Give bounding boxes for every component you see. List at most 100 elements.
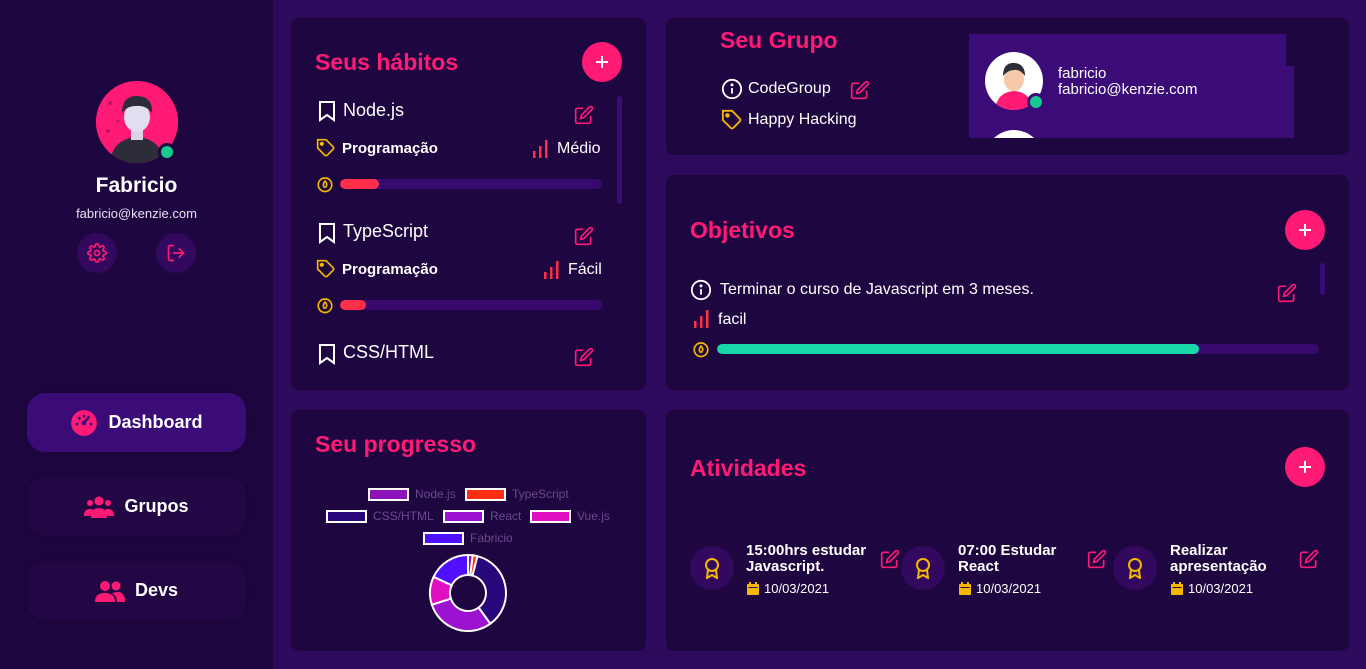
sidebar: Fabricio fabricio@kenzie.com Dashboard G… — [0, 0, 273, 669]
profile-avatar[interactable] — [96, 81, 178, 163]
habit-progress-bar — [340, 179, 602, 189]
profile-email: fabricio@kenzie.com — [76, 206, 197, 221]
award-icon — [1128, 558, 1142, 579]
habit-difficulty: Fácil — [568, 261, 602, 278]
edit-icon[interactable] — [1087, 549, 1107, 569]
legend-label-0: Node.js — [415, 487, 456, 501]
member-online-dot — [1027, 93, 1045, 111]
calendar-icon — [959, 582, 971, 595]
edit-icon[interactable] — [1299, 549, 1319, 569]
members-scroll-notch — [1286, 34, 1294, 66]
activity-title: Realizar apresentação — [1170, 542, 1267, 575]
activities-title: Atividades — [690, 455, 807, 481]
activity-title: 15:00hrs estudar Javascript. — [746, 542, 867, 575]
gear-icon — [87, 243, 107, 263]
donut-slice-react[interactable] — [430, 597, 492, 632]
group-tag: Happy Hacking — [748, 111, 857, 128]
legend-label-3: React — [490, 509, 522, 523]
goals-title: Objetivos — [690, 217, 795, 243]
member-email: fabricio@kenzie.com — [1058, 81, 1198, 98]
bookmark-icon — [319, 344, 335, 365]
fire-icon — [317, 298, 333, 314]
online-status-dot — [158, 143, 176, 161]
activity-date: 10/03/2021 — [1171, 581, 1253, 596]
group-members-list[interactable]: fabricio fabricio@kenzie.com — [969, 34, 1294, 138]
add-activity-button[interactable] — [1285, 447, 1325, 487]
plus-icon — [1299, 224, 1311, 236]
habit-category: Programação — [342, 261, 438, 278]
activity-badge — [901, 546, 945, 590]
add-habit-button[interactable] — [582, 42, 622, 82]
progress-donut-chart[interactable] — [428, 553, 508, 633]
calendar-icon — [1171, 582, 1183, 595]
plus-icon — [1299, 461, 1311, 473]
edit-icon[interactable] — [880, 549, 900, 569]
activity-badge — [690, 546, 734, 590]
activity-title: 07:00 Estudar React — [958, 542, 1057, 575]
goal-progress-bar — [717, 344, 1319, 354]
member-avatar — [985, 130, 1043, 138]
legend-swatch-0[interactable] — [368, 488, 409, 501]
award-icon — [705, 558, 719, 579]
difficulty-bars-icon — [694, 310, 709, 328]
habit-name: TypeScript — [343, 221, 429, 241]
activity-date: 10/03/2021 — [959, 581, 1041, 596]
legend-label-2: CSS/HTML — [373, 509, 434, 523]
goals-scrollbar[interactable] — [1320, 263, 1325, 295]
progress-title: Seu progresso — [315, 431, 477, 457]
fire-icon — [693, 342, 709, 358]
activity-date-text: 10/03/2021 — [976, 581, 1042, 596]
goal-text: Terminar o curso de Javascript em 3 mese… — [720, 281, 1034, 298]
group-card: Seu Grupo CodeGroup Happy Hacking fabric… — [666, 18, 1349, 155]
nav-grupos-label: Grupos — [124, 496, 189, 516]
users-icon — [94, 580, 125, 602]
habits-card: Seus hábitos Node.js Programação Médio T… — [291, 18, 646, 390]
legend-label-1: TypeScript — [512, 487, 569, 501]
progress-card: Seu progresso Node.js TypeScript CSS/HTM… — [291, 410, 646, 651]
legend-swatch-3[interactable] — [443, 510, 484, 523]
profile-name: Fabricio — [95, 174, 178, 197]
edit-icon[interactable] — [850, 80, 870, 100]
tag-icon — [316, 138, 335, 157]
award-icon — [916, 558, 930, 579]
nav-devs[interactable]: Devs — [27, 561, 246, 620]
add-goal-button[interactable] — [1285, 210, 1325, 250]
nav-grupos[interactable]: Grupos — [27, 477, 246, 536]
legend-label-5: Fabricio — [470, 531, 513, 545]
nav-devs-label: Devs — [134, 580, 179, 600]
edit-icon[interactable] — [574, 226, 594, 246]
edit-icon[interactable] — [574, 347, 594, 367]
edit-icon[interactable] — [574, 105, 594, 125]
legend-swatch-5[interactable] — [423, 532, 464, 545]
info-icon — [690, 279, 712, 301]
habit-difficulty: Médio — [557, 140, 601, 157]
activity-date: 10/03/2021 — [747, 581, 829, 596]
habit-name: Node.js — [343, 100, 405, 120]
legend-swatch-4[interactable] — [530, 510, 571, 523]
habit-progress-bar — [340, 300, 602, 310]
activities-card: Atividades 15:00hrs estudar Javascript. … — [666, 410, 1349, 651]
activity-date-text: 10/03/2021 — [764, 581, 830, 596]
edit-icon[interactable] — [1277, 283, 1297, 303]
users-group-icon — [84, 496, 115, 518]
calendar-icon — [747, 582, 759, 595]
logout-icon — [167, 244, 185, 262]
member-name: fabricio — [1058, 65, 1107, 82]
group-name: CodeGroup — [748, 80, 831, 97]
settings-button[interactable] — [77, 233, 117, 273]
legend-label-4: Vue.js — [577, 509, 610, 523]
bookmark-icon — [319, 101, 335, 122]
difficulty-bars-icon — [533, 140, 548, 158]
activity-badge — [1113, 546, 1157, 590]
logout-button[interactable] — [156, 233, 196, 273]
activity-date-text: 10/03/2021 — [1188, 581, 1254, 596]
nav-dashboard[interactable]: Dashboard — [27, 393, 246, 452]
legend-swatch-2[interactable] — [326, 510, 367, 523]
plus-icon — [596, 56, 608, 68]
legend-swatch-1[interactable] — [465, 488, 506, 501]
tag-icon — [316, 259, 335, 278]
group-title: Seu Grupo — [720, 27, 838, 53]
difficulty-bars-icon — [544, 261, 559, 279]
habits-scrollbar[interactable] — [617, 96, 622, 204]
goal-difficulty: facil — [718, 311, 747, 328]
